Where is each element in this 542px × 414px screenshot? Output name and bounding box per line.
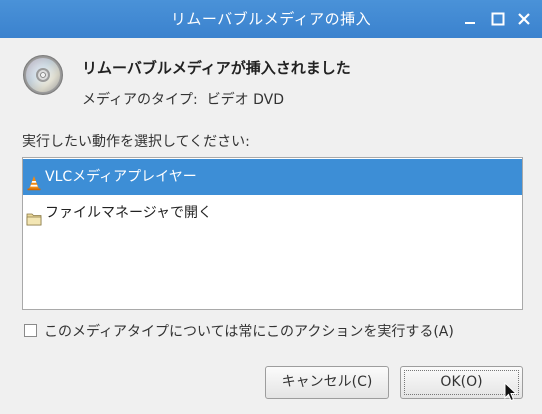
focus-ring — [404, 370, 519, 395]
media-type-value: ビデオ DVD — [206, 92, 284, 108]
folder-icon — [26, 205, 42, 226]
always-do-this-checkbox[interactable] — [24, 324, 37, 337]
vlc-cone-icon — [26, 169, 42, 191]
inserted-heading: リムーバブルメディアが挿入されました — [82, 59, 351, 77]
removable-media-dialog: リムーバブルメディアの挿入 リムーバブルメディアが挿入されました メディアのタイ… — [0, 0, 542, 414]
list-item-label: ファイルマネージャで開く — [45, 205, 213, 221]
minimize-icon[interactable] — [462, 11, 478, 27]
action-prompt: 実行したい動作を選択してください: — [22, 134, 250, 150]
list-item-file-manager[interactable]: ファイルマネージャで開く — [23, 195, 522, 231]
mouse-pointer-icon — [504, 381, 518, 402]
cancel-button[interactable]: キャンセル(C) — [265, 366, 389, 399]
always-do-this-label[interactable]: このメディアタイプについては常にこのアクションを実行する(A) — [44, 321, 454, 341]
window-title: リムーバブルメディアの挿入 — [170, 10, 372, 28]
media-type-line: メディアのタイプ: ビデオ DVD — [82, 89, 284, 109]
list-item-vlc[interactable]: VLCメディアプレイヤー — [23, 159, 522, 195]
maximize-icon[interactable] — [490, 11, 506, 27]
title-bar[interactable]: リムーバブルメディアの挿入 — [0, 0, 542, 38]
list-item-label: VLCメディアプレイヤー — [45, 169, 197, 185]
action-list[interactable]: VLCメディアプレイヤー ファイルマネージャで開く — [22, 157, 523, 310]
dvd-disc-icon — [22, 54, 64, 96]
close-icon[interactable] — [516, 11, 532, 27]
media-type-label: メディアのタイプ: — [82, 92, 198, 108]
